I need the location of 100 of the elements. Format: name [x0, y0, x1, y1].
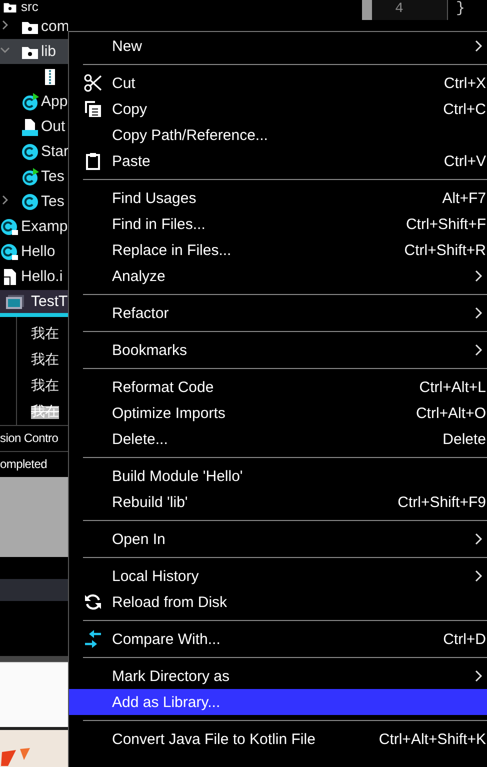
menu-item-label: Cut [112, 74, 136, 92]
scissors-icon [84, 74, 102, 92]
menu-item-label: Delete... [112, 430, 168, 448]
tree-item[interactable]: Examp [21, 218, 68, 235]
shortcut-text: Ctrl+C [443, 100, 487, 118]
shortcut-text: Ctrl+D [443, 630, 487, 648]
tree-item[interactable]: Star [41, 143, 68, 160]
menu-item-label: Optimize Imports [112, 404, 226, 422]
menu-item[interactable]: Optimize Imports Ctrl+Alt+O [69, 400, 487, 426]
runnable-class-icon [21, 168, 39, 186]
menu-item[interactable]: Open In [69, 526, 487, 552]
menu-item-label: Copy Path/Reference... [112, 126, 268, 144]
menu-item[interactable]: Reload from Disk [69, 589, 487, 615]
menu-item-label: Reload from Disk [112, 594, 228, 610]
menu-item-label: New [112, 38, 142, 54]
menu-item[interactable]: Delete... Delete [69, 426, 487, 452]
shortcut-text: Ctrl+Alt+O [416, 404, 487, 422]
runnable-class-icon [21, 92, 39, 110]
shortcut-text: Ctrl+Shift+F [406, 216, 487, 232]
menu-item-label: Copy [112, 100, 148, 118]
menu-item-label: Rebuild 'lib' [112, 494, 188, 510]
tree-row[interactable]: Examp [0, 214, 68, 239]
shortcut-text: Ctrl+Shift+F9 [398, 494, 487, 510]
menu-item[interactable]: Add as Library... [69, 689, 487, 715]
tree-row[interactable]: Tes [0, 189, 68, 214]
shortcut-text: Ctrl+Alt+L [419, 378, 487, 396]
menu-item-label: Find Usages [112, 190, 196, 206]
console-line: 我在 [31, 325, 59, 343]
menu-item[interactable]: Replace in Files... Ctrl+Shift+R [69, 237, 487, 263]
shortcut-text: Alt+F7 [442, 190, 487, 206]
menu-item[interactable]: Build Module 'Hello' [69, 463, 487, 489]
tree-item[interactable]: lib [41, 43, 56, 60]
menu-item[interactable]: Analyze [69, 263, 487, 289]
console-line: 我在 [31, 377, 59, 395]
menu-item-label: Refactor [112, 304, 169, 322]
menu-item-label: Analyze [112, 268, 166, 284]
tool-window-tab[interactable]: TestT [0, 290, 68, 317]
scrollbar-thumb[interactable] [362, 0, 372, 20]
shortcut-text: Ctrl+X [444, 74, 487, 92]
menu-item-label: Paste [112, 152, 150, 170]
tree-item[interactable]: Out [41, 118, 66, 135]
menu-item[interactable]: Compare With... Ctrl+D [69, 626, 487, 652]
menu-item-label: Bookmarks [112, 342, 188, 358]
menu-item[interactable]: Convert Java File to Kotlin File Ctrl+Alt+Shift+K [69, 726, 487, 752]
tree-item[interactable]: src [21, 0, 38, 14]
tree-item[interactable]: Tes [41, 168, 64, 185]
class-icon [21, 192, 39, 210]
tree-item[interactable]: Hello [21, 243, 56, 260]
output-file-icon [21, 118, 39, 136]
clipboard-icon [84, 152, 102, 170]
reload-icon [84, 593, 102, 611]
menu-item[interactable]: Find in Files... Ctrl+Shift+F [69, 211, 487, 237]
menu-item[interactable]: Find Usages Alt+F7 [69, 185, 487, 211]
menu-item[interactable]: Bookmarks [69, 337, 487, 363]
menu-item-label: Add as Library... [112, 694, 220, 710]
menu-item-label: Local History [112, 568, 199, 584]
tree-row[interactable]: Tes [0, 164, 68, 189]
tree-row[interactable]: Hello [0, 239, 68, 264]
menu-item[interactable]: Mark Directory as [69, 663, 487, 689]
tree-item[interactable]: Tes [41, 193, 64, 210]
shortcut-text: Ctrl+Alt+Shift+K [378, 730, 487, 748]
panel-background [0, 662, 68, 727]
menu-item-label: Open In [112, 530, 166, 548]
code-line: } [455, 0, 466, 18]
menu-item[interactable]: Refactor [69, 300, 487, 326]
shortcut-text: Ctrl+V [444, 152, 487, 170]
tree-row[interactable]: Star [0, 139, 68, 164]
menu-item-label: Reformat Code [112, 378, 214, 396]
tree-row[interactable]: Out [0, 114, 68, 139]
line-number: 4 [372, 0, 448, 20]
console-line: 我在 [31, 351, 59, 369]
menu-item[interactable]: Reformat Code Ctrl+Alt+L [69, 374, 487, 400]
locked-class-icon [1, 242, 19, 260]
tree-row[interactable]: src [0, 0, 68, 14]
menu-item[interactable]: Copy Ctrl+C [69, 96, 487, 122]
tool-window-icon [5, 294, 25, 310]
menu-item-label: Replace in Files... [112, 242, 232, 258]
menu-item[interactable]: New [69, 33, 487, 59]
class-icon [21, 142, 39, 160]
menu-item-label: Compare With... [112, 630, 220, 648]
menu-item[interactable]: Cut Ctrl+X [69, 70, 487, 96]
shortcut-text: Ctrl+Shift+R [404, 242, 487, 258]
locked-class-icon [1, 218, 19, 236]
toolbar-background [0, 579, 68, 601]
tree-row[interactable]: Hello.i [0, 264, 68, 289]
menu-item[interactable]: Rebuild 'lib' Ctrl+Shift+F9 [69, 489, 487, 515]
menu-item[interactable]: Paste Ctrl+V [69, 148, 487, 174]
tree-item[interactable]: Hello.i [21, 268, 63, 285]
copy-icon [84, 100, 102, 118]
tree-item[interactable]: com [41, 18, 68, 35]
menu-item-label: Convert Java File to Kotlin File [112, 730, 316, 748]
menu-item[interactable]: Local History [69, 563, 487, 589]
tree-row[interactable]: lib [0, 39, 68, 64]
compare-arrows-icon [84, 630, 102, 648]
tree-row[interactable]: App [0, 89, 68, 114]
tree-item[interactable]: App [41, 93, 68, 110]
menu-item-label: Build Module 'Hello' [112, 468, 243, 484]
menu-item-label: Find in Files... [112, 216, 206, 232]
menu-item[interactable]: Copy Path/Reference... [69, 122, 487, 148]
tree-row[interactable]: com [0, 14, 68, 39]
